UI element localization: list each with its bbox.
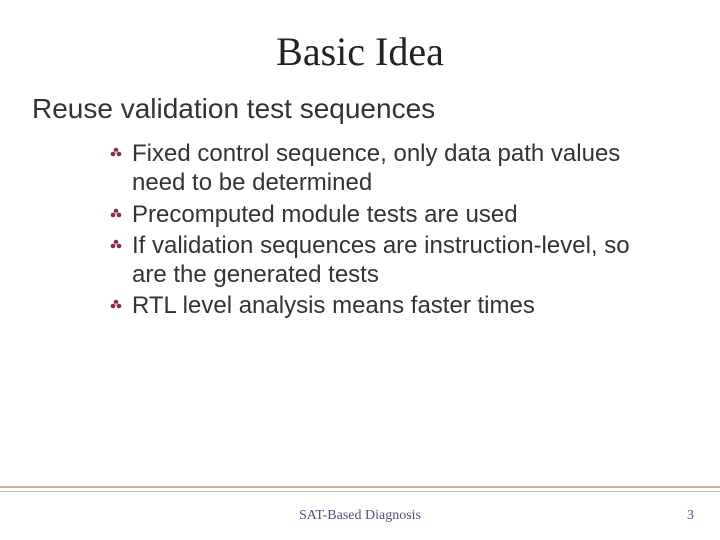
list-item: Fixed control sequence, only data path v…	[110, 139, 640, 198]
flower-bullet-icon	[110, 147, 122, 159]
slide: Basic Idea Reuse validation test sequenc…	[0, 0, 720, 540]
flower-bullet-icon	[110, 208, 122, 220]
page-number: 3	[687, 508, 694, 524]
slide-title: Basic Idea	[40, 28, 680, 75]
bullet-text: If validation sequences are instruction-…	[132, 232, 630, 288]
flower-bullet-icon	[110, 299, 122, 311]
bullet-text: Fixed control sequence, only data path v…	[132, 140, 620, 196]
bullet-text: RTL level analysis means faster times	[132, 292, 535, 319]
flower-bullet-icon	[110, 239, 122, 251]
bullet-list: Fixed control sequence, only data path v…	[110, 139, 640, 321]
bullet-text: Precomputed module tests are used	[132, 201, 518, 228]
divider-line	[0, 486, 720, 492]
footer-text: SAT-Based Diagnosis	[0, 508, 720, 524]
list-item: RTL level analysis means faster times	[110, 291, 640, 320]
list-item: Precomputed module tests are used	[110, 200, 640, 229]
list-item: If validation sequences are instruction-…	[110, 231, 640, 290]
slide-subtitle: Reuse validation test sequences	[32, 93, 680, 125]
